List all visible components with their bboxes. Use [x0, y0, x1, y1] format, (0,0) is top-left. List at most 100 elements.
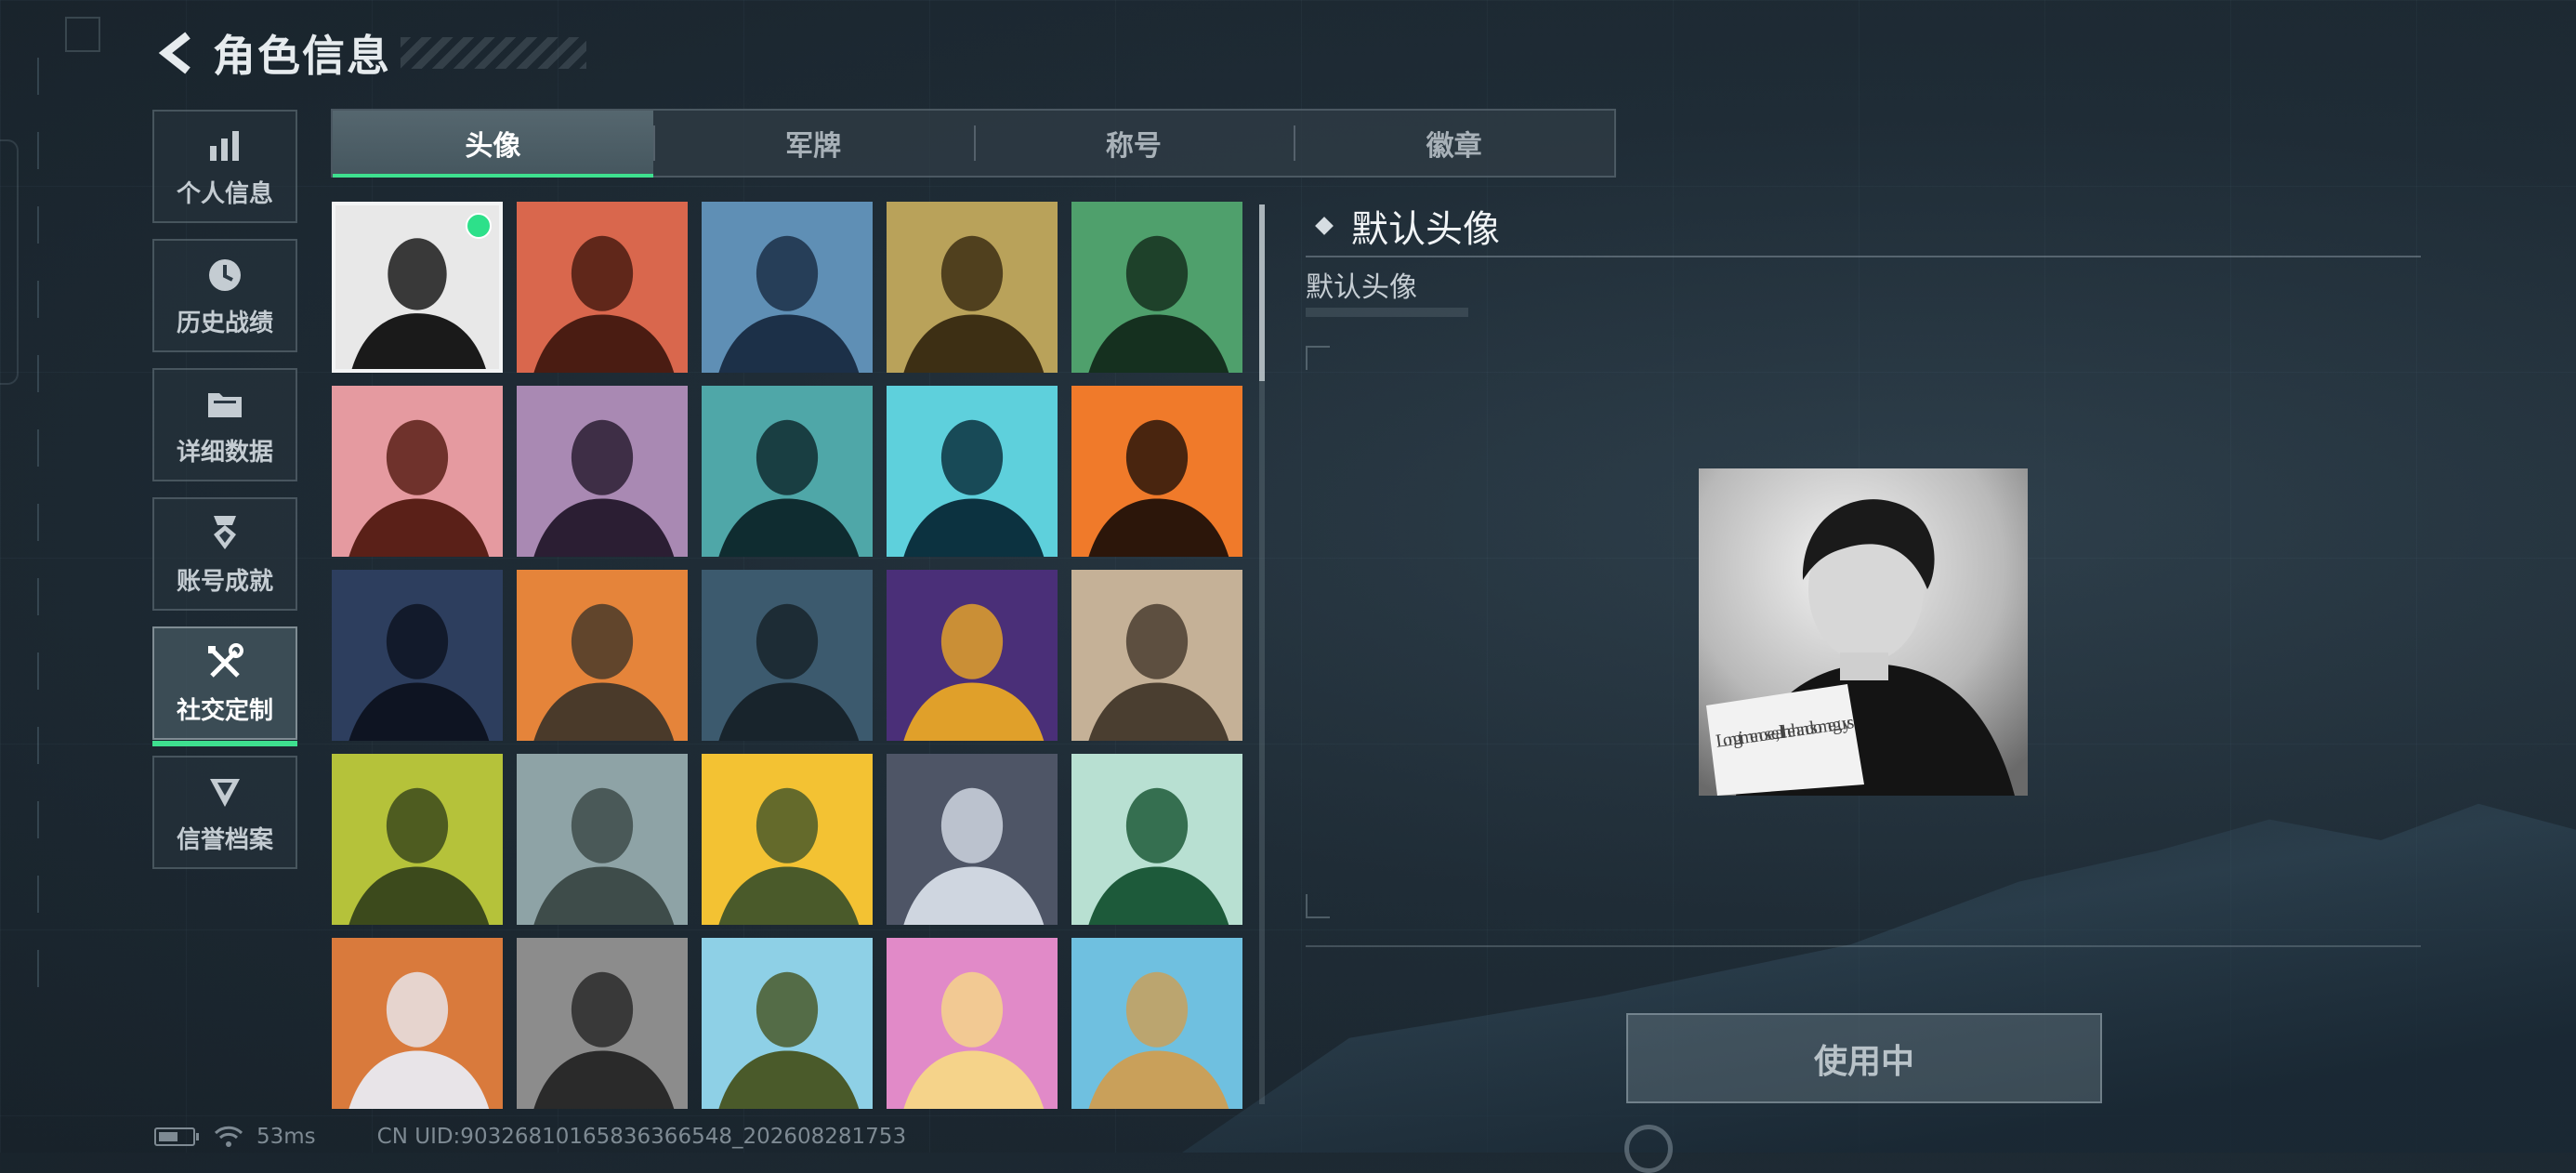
tab-title[interactable]: 称号: [973, 111, 1295, 176]
bar-chart-icon: [204, 125, 246, 167]
folder-icon: [204, 383, 246, 426]
sidebar-item-personal-info[interactable]: 个人信息: [152, 110, 297, 223]
avatar-grid: [332, 202, 1242, 1109]
sidebar-item-label: 历史战绩: [176, 309, 273, 337]
wrench-screwdriver-icon: [204, 641, 246, 684]
avatar-option-helmet-woman-pink[interactable]: [332, 386, 503, 557]
grid-scrollbar[interactable]: [1259, 204, 1265, 1104]
avatar-option-night-soldier[interactable]: [332, 570, 503, 741]
avatar-image: [887, 754, 1058, 925]
title-stripe-decoration: [401, 37, 586, 69]
avatar-option-anime-girl-goggles[interactable]: [887, 754, 1058, 925]
sidebar-item-label: 账号成就: [176, 567, 273, 596]
avatar-preview: Long time no see, all the handsome guys: [1699, 468, 2028, 796]
avatar-image: [517, 938, 688, 1109]
scrollbar-thumb[interactable]: [1259, 204, 1265, 381]
achievement-medal-icon: [204, 512, 246, 555]
frame-corner-decoration: [1306, 346, 1330, 370]
avatar-option-operator-green[interactable]: [1071, 202, 1242, 373]
sidebar: 个人信息 历史战绩 详细数据 账号成就 社交定制 信誉档案: [152, 110, 299, 885]
avatar-option-bearded-glasses-teal[interactable]: [702, 386, 873, 557]
avatar-option-scope-rifle[interactable]: [702, 570, 873, 741]
avatar-image: [702, 202, 873, 373]
avatar-option-smoke-soldier[interactable]: [517, 938, 688, 1109]
tab-dogtag[interactable]: 军牌: [652, 111, 974, 176]
avatar-option-cartoon-soldier-wink[interactable]: [702, 938, 873, 1109]
sidebar-item-label: 个人信息: [176, 179, 273, 208]
avatar-option-cartoon-soldier-eating[interactable]: [702, 754, 873, 925]
page-title: 角色信息: [213, 31, 391, 81]
avatar-image: [887, 202, 1058, 373]
in-use-button[interactable]: 使用中: [1626, 1013, 2102, 1103]
sidebar-item-history[interactable]: 历史战绩: [152, 239, 297, 352]
sidebar-item-detailed-data[interactable]: 详细数据: [152, 368, 297, 481]
uid-text: CN UID:903268101658363665​48_20260828175…: [376, 1125, 907, 1149]
sidebar-item-social-custom[interactable]: 社交定制: [152, 626, 297, 746]
selected-indicator-icon: [466, 213, 492, 239]
avatar-image: [1071, 938, 1242, 1109]
avatar-option-masked-helmet-cyan[interactable]: [887, 386, 1058, 557]
sidebar-item-label: 信誉档案: [176, 825, 273, 854]
avatar-image: [332, 570, 503, 741]
avatar-image: [517, 570, 688, 741]
status-bar: 53ms CN UID:903268101658363665​48_202608…: [154, 1125, 906, 1149]
avatar-option-bearded-operator-red[interactable]: [517, 202, 688, 373]
avatar-option-pilot-woman-blue[interactable]: [702, 202, 873, 373]
avatar-option-heavy-gunner-orange[interactable]: [517, 570, 688, 741]
tab-badge[interactable]: 徽章: [1294, 111, 1614, 176]
tab-avatar[interactable]: 头像: [333, 111, 653, 178]
ping-text: 53ms: [256, 1125, 316, 1149]
avatar-option-desert-helicopter[interactable]: [1071, 570, 1242, 741]
detail-bottom-divider: [1306, 945, 2421, 947]
avatar-option-cartoon-girl-tongue[interactable]: [887, 938, 1058, 1109]
sidebar-item-credit-record[interactable]: 信誉档案: [152, 756, 297, 869]
avatar-image: [517, 754, 688, 925]
avatar-image: [517, 386, 688, 557]
avatar-option-exit-door-green[interactable]: [332, 754, 503, 925]
avatar-image: [702, 938, 873, 1109]
detail-header: 默认头像: [1315, 199, 1500, 253]
back-button[interactable]: [153, 25, 200, 81]
frame-corner-decoration: [1306, 894, 1330, 918]
avatar-option-way-out-sign[interactable]: [1071, 754, 1242, 925]
avatar-option-white-hair-woman-purple[interactable]: [517, 386, 688, 557]
detail-faint-text: [1306, 308, 1468, 317]
avatar-image: [702, 386, 873, 557]
avatar-image: [332, 386, 503, 557]
battery-icon: [154, 1127, 199, 1146]
dashed-line-decoration: [37, 58, 39, 1024]
avatar-image: [332, 938, 503, 1109]
avatar-image: [1071, 386, 1242, 557]
avatar-image: [332, 754, 503, 925]
corner-box-decoration: [65, 17, 100, 52]
avatar-option-hand-diamond[interactable]: [332, 938, 503, 1109]
avatar-image: [887, 938, 1058, 1109]
sidebar-item-achievements[interactable]: 账号成就: [152, 497, 297, 611]
back-arrow-icon: [158, 32, 191, 74]
sidebar-item-label: 详细数据: [176, 438, 273, 467]
wifi-icon: [214, 1126, 243, 1147]
detail-title: 默认头像: [1351, 208, 1500, 251]
sidebar-item-label: 社交定制: [176, 696, 273, 725]
preview-portrait-image: Long time no see, all the handsome guys: [1699, 468, 2028, 796]
avatar-option-bald-operator-gold[interactable]: [887, 202, 1058, 373]
detail-subtitle: 默认头像: [1306, 271, 1417, 304]
page-header: 角色信息: [153, 20, 586, 86]
avatar-image: [517, 202, 688, 373]
avatar-image: [1071, 570, 1242, 741]
avatar-option-card-pack-purple[interactable]: [887, 570, 1058, 741]
avatar-image: [702, 754, 873, 925]
avatar-option-palace-building[interactable]: [1071, 938, 1242, 1109]
avatar-option-masked-operator-orange[interactable]: [1071, 386, 1242, 557]
avatar-option-default-avatar[interactable]: [332, 202, 503, 373]
history-clock-icon: [204, 254, 246, 297]
category-tabs: 头像 军牌 称号 徽章: [331, 109, 1616, 178]
left-edge-frame: [0, 139, 19, 385]
diamond-icon: [1315, 217, 1334, 235]
detail-divider: [1306, 256, 2421, 257]
avatar-image: [1071, 754, 1242, 925]
avatar-image: [1071, 202, 1242, 373]
avatar-option-helicopter-field[interactable]: [517, 754, 688, 925]
ring-decoration: [1624, 1125, 1673, 1173]
avatar-image: [887, 570, 1058, 741]
